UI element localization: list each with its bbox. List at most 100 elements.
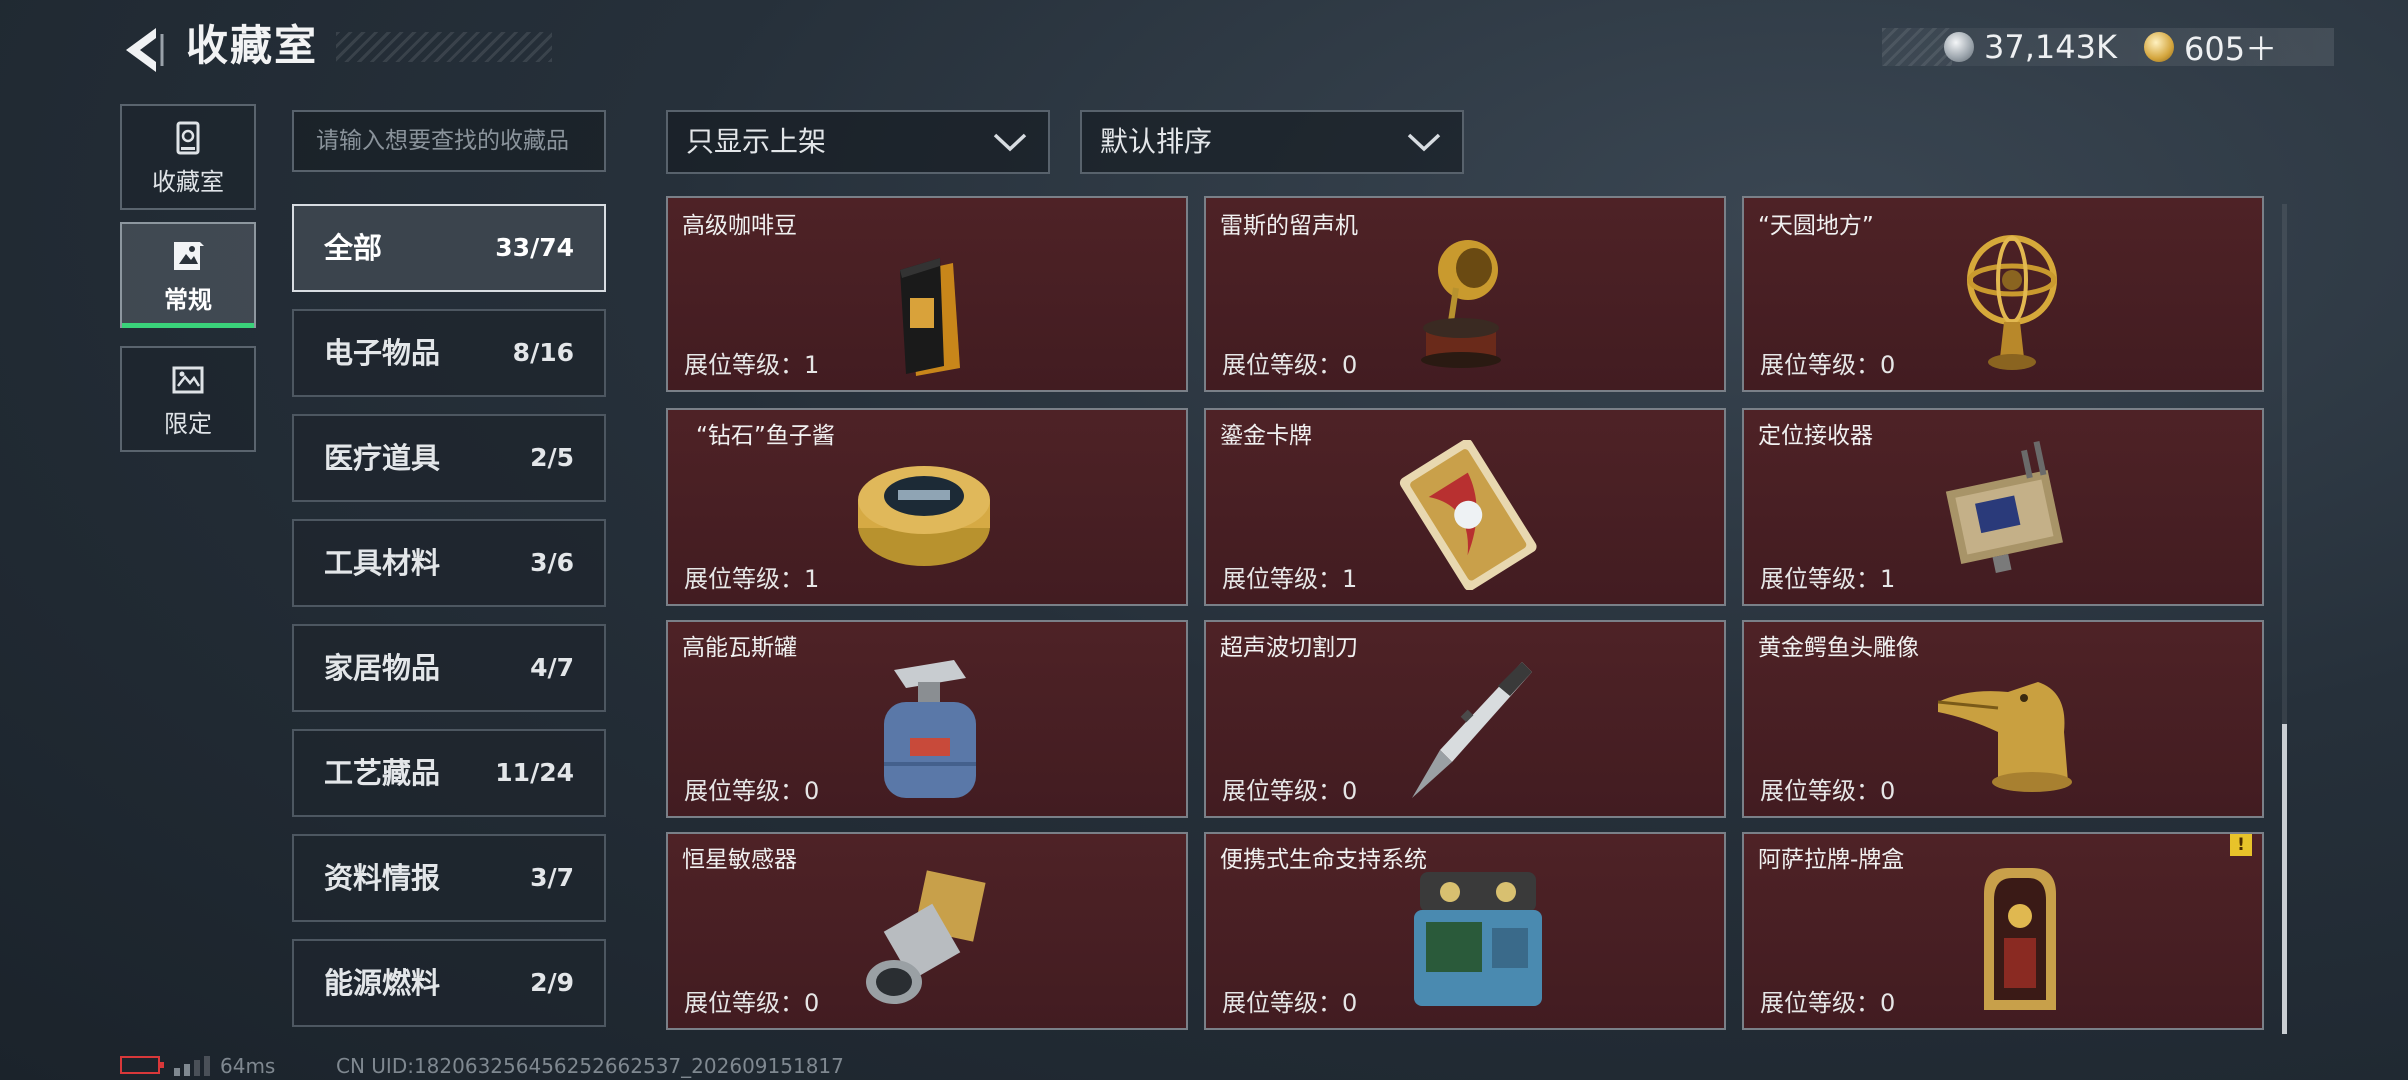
category-count: 4/7 (530, 653, 574, 682)
category-medical[interactable]: 医疗道具 2/5 (292, 414, 606, 502)
category-name: 家居物品 (324, 651, 441, 685)
item-name: “天圆地方” (1758, 213, 1874, 239)
category-all[interactable]: 全部 33/74 (292, 204, 606, 292)
display-filter-dropdown[interactable]: 只显示上架 (666, 110, 1050, 174)
category-name: 能源燃料 (324, 966, 441, 1000)
item-name: 超声波切割刀 (1220, 635, 1358, 661)
gramophone-icon (1421, 240, 1501, 368)
collectible-card[interactable]: 黄金鳄鱼头雕像 展位等级：0 (1742, 620, 2264, 818)
item-name: 恒星敏感器 (682, 847, 797, 873)
grid-scrollbar[interactable] (2282, 204, 2287, 1034)
collectible-card[interactable]: 阿萨拉牌-牌盒 ! 展位等级：0 (1742, 832, 2264, 1030)
item-name: “钻石”鱼子酱 (696, 423, 835, 449)
silver-coin-icon (1944, 32, 1974, 62)
collectible-card[interactable]: 高级咖啡豆 展位等级：1 (666, 196, 1188, 392)
collection-icon (170, 238, 206, 274)
collectible-card[interactable]: 便携式生命支持系统 展位等级：0 (1204, 832, 1726, 1030)
gold-currency[interactable]: 605＋ (2144, 28, 2277, 68)
item-name: 定位接收器 (1758, 423, 1873, 449)
category-name: 全部 (324, 231, 383, 265)
active-tab-indicator (122, 323, 254, 328)
category-name: 医疗道具 (324, 441, 441, 475)
nav-tab-label: 限定 (164, 410, 212, 438)
gas-canister-icon (884, 660, 976, 798)
category-count: 11/24 (495, 758, 574, 787)
category-energy[interactable]: 能源燃料 2/9 (292, 939, 606, 1027)
nav-tab-vault[interactable]: 收藏室 (120, 104, 256, 210)
booth-level: 展位等级：1 (684, 565, 820, 593)
search-input[interactable] (294, 112, 604, 170)
card-box-icon (1984, 868, 2056, 1010)
battery-icon (120, 1056, 164, 1074)
booth-level: 展位等级：0 (1222, 777, 1358, 805)
category-count: 3/6 (530, 548, 574, 577)
booth-level: 展位等级：0 (1222, 989, 1358, 1017)
page-title: 收藏室 (186, 21, 319, 70)
collectible-card[interactable]: 高能瓦斯罐 展位等级：0 (666, 620, 1188, 818)
booth-level: 展位等级：0 (684, 989, 820, 1017)
category-tools[interactable]: 工具材料 3/6 (292, 519, 606, 607)
category-name: 工艺藏品 (324, 756, 441, 790)
warning-badge: ! (2230, 834, 2252, 856)
booth-level: 展位等级：1 (1222, 565, 1358, 593)
uid-text: CN UID:18206325645625266253​7_2026091518… (336, 1054, 844, 1078)
nav-tab-limited[interactable]: 限定 (120, 346, 256, 452)
title-decoration (336, 32, 552, 62)
item-name: 雷斯的留声机 (1220, 213, 1358, 239)
collectible-card[interactable]: 定位接收器 展位等级：1 (1742, 408, 2264, 606)
collectible-card[interactable]: 恒星敏感器 展位等级：0 (666, 832, 1188, 1030)
life-support-icon (1414, 872, 1542, 1006)
ping-value: 64ms (220, 1054, 276, 1078)
limited-icon (170, 362, 206, 398)
category-crafts[interactable]: 工艺藏品 11/24 (292, 729, 606, 817)
silver-currency[interactable]: 37,143K (1944, 28, 2117, 66)
back-arrow-icon[interactable] (118, 24, 168, 76)
sort-dropdown[interactable]: 默认排序 (1080, 110, 1464, 174)
coffee-bag-icon (900, 258, 960, 376)
collectible-card[interactable]: 鎏金卡牌 展位等级：1 (1204, 408, 1726, 606)
nav-tab-label: 收藏室 (152, 168, 224, 196)
item-name: 阿萨拉牌-牌盒 (1758, 847, 1905, 873)
chevron-down-icon (993, 133, 1027, 152)
booth-level: 展位等级：0 (1760, 989, 1896, 1017)
scrollbar-thumb[interactable] (2282, 724, 2287, 1034)
item-name: 便携式生命支持系统 (1220, 847, 1427, 873)
collectible-card[interactable]: 雷斯的留声机 展位等级：0 (1204, 196, 1726, 392)
category-count: 8/16 (512, 338, 574, 367)
star-sensor-icon (866, 870, 986, 1004)
item-name: 鎏金卡牌 (1220, 423, 1312, 449)
booth-level: 展位等级：1 (1760, 565, 1896, 593)
collectible-card[interactable]: 超声波切割刀 展位等级：0 (1204, 620, 1726, 818)
category-count: 33/74 (495, 233, 574, 262)
chevron-down-icon (1407, 133, 1441, 152)
booth-level: 展位等级：1 (684, 351, 820, 379)
nav-tab-regular[interactable]: 常规 (120, 222, 256, 328)
category-electronics[interactable]: 电子物品 8/16 (292, 309, 606, 397)
currency-bar: 37,143K 605＋ (1882, 28, 2334, 68)
gold-coin-icon (2144, 32, 2174, 62)
category-name: 电子物品 (324, 336, 441, 370)
armillary-sphere-icon (1967, 235, 2057, 370)
vault-icon (170, 120, 206, 156)
category-count: 3/7 (530, 863, 574, 892)
category-name: 工具材料 (324, 546, 441, 580)
currency-decoration (1882, 28, 1952, 66)
sort-value: 默认排序 (1100, 125, 1213, 158)
crocodile-statue-icon (1937, 682, 2072, 792)
booth-level: 展位等级：0 (1760, 351, 1896, 379)
category-intel[interactable]: 资料情报 3/7 (292, 834, 606, 922)
collectible-card[interactable]: “钻石”鱼子酱 展位等级：1 (666, 408, 1188, 606)
item-name: 高能瓦斯罐 (682, 635, 797, 661)
booth-level: 展位等级：0 (684, 777, 820, 805)
page-title-wrap: 收藏室 (186, 18, 552, 74)
item-name: 高级咖啡豆 (682, 213, 797, 239)
receiver-device-icon (1945, 441, 2063, 573)
category-household[interactable]: 家居物品 4/7 (292, 624, 606, 712)
collectible-card[interactable]: “天圆地方” 展位等级：0 (1742, 196, 2264, 392)
booth-level: 展位等级：0 (1760, 777, 1896, 805)
header-bar: 收藏室 37,143K 605＋ (0, 0, 2408, 100)
search-box[interactable] (292, 110, 606, 172)
booth-level: 展位等级：0 (1222, 351, 1358, 379)
category-count: 2/5 (530, 443, 574, 472)
gilded-card-icon (1399, 440, 1537, 590)
